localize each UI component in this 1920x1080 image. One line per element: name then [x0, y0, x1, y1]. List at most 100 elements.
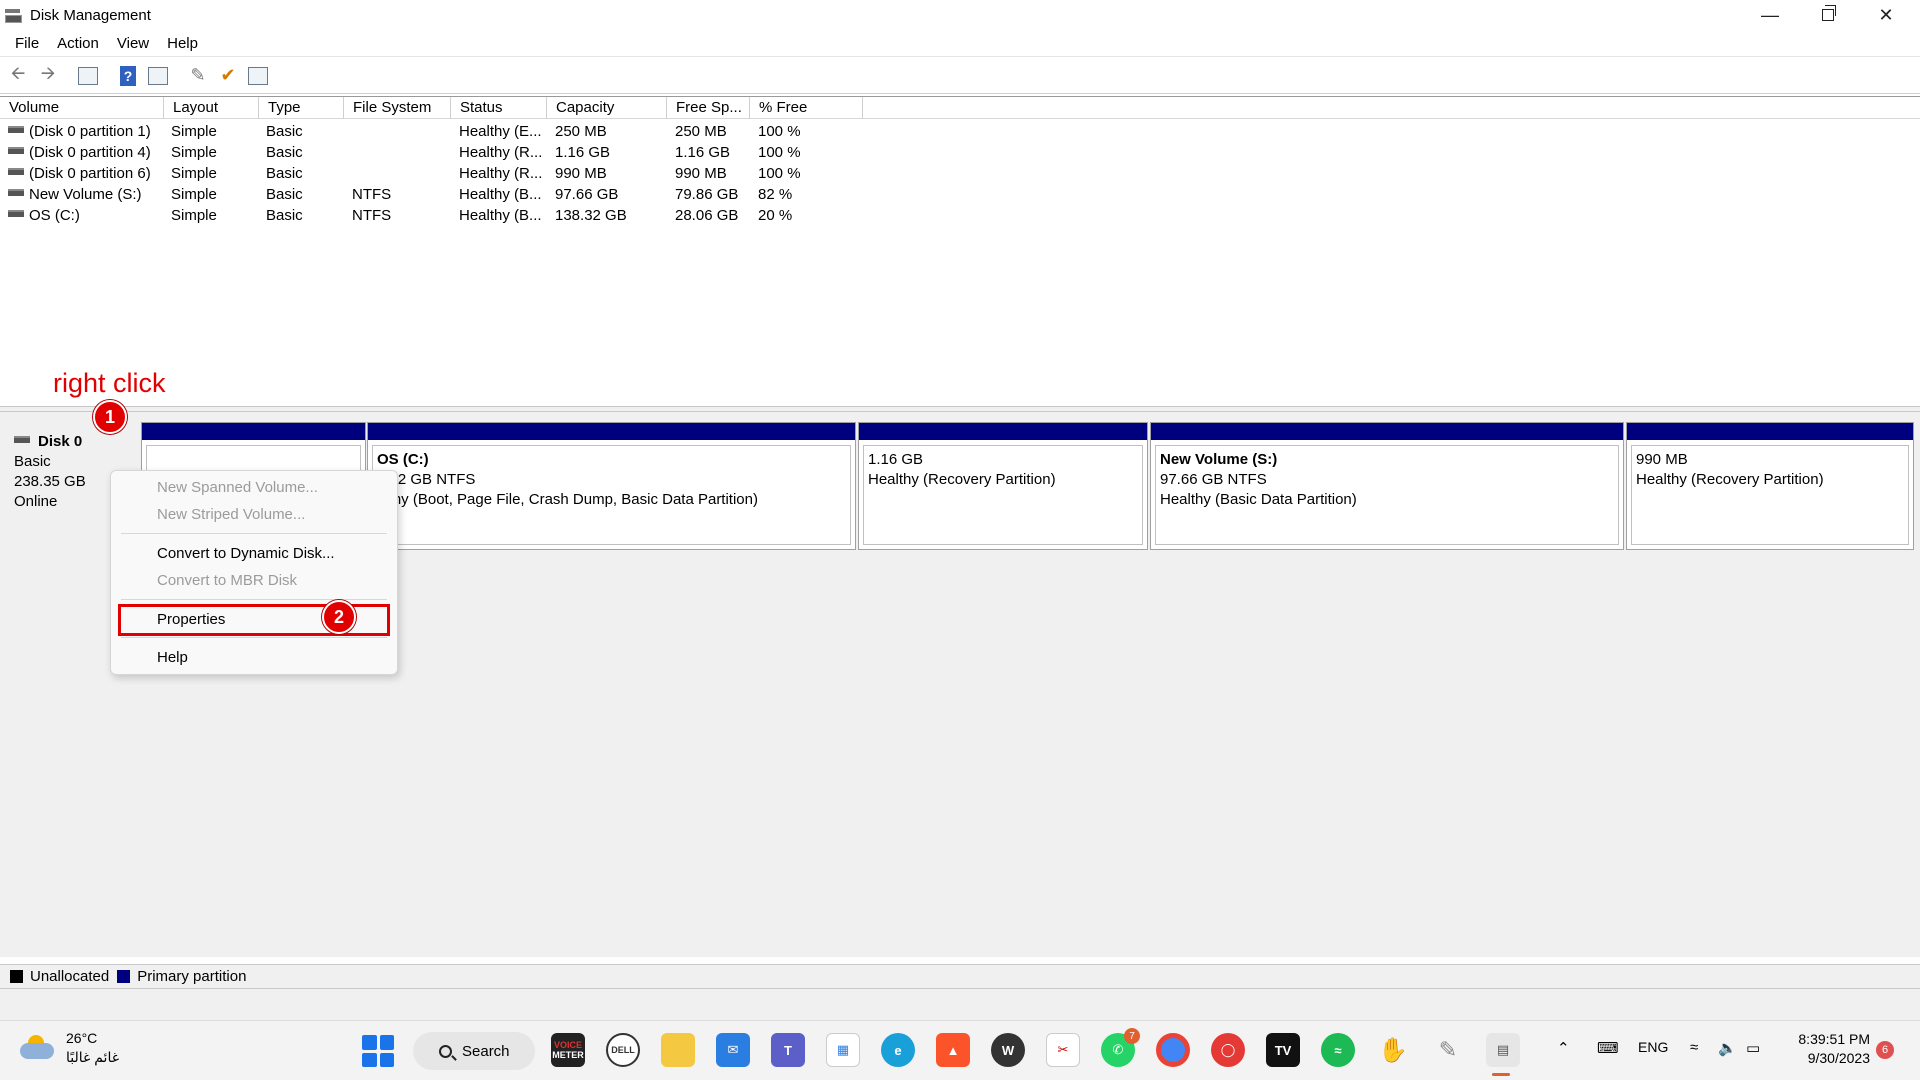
legend-swatch — [10, 970, 23, 983]
weather-cloud-icon — [20, 1035, 54, 1061]
console-tree-icon[interactable] — [76, 64, 100, 88]
action-pane-icon[interactable] — [146, 64, 170, 88]
col-type[interactable]: Type — [259, 97, 344, 119]
partition-recovery-2[interactable]: 990 MB Healthy (Recovery Partition) — [1626, 422, 1914, 550]
partition-bar — [1151, 423, 1623, 440]
table-row[interactable]: New Volume (S:) Simple Basic NTFS Health… — [0, 184, 1920, 205]
menu-view[interactable]: View — [108, 35, 158, 52]
partition-size: 97.66 GB NTFS — [1160, 471, 1267, 488]
cell-capacity: 1.16 GB — [555, 144, 611, 161]
menu-item-convert-dynamic[interactable]: Convert to Dynamic Disk... — [157, 543, 335, 565]
col-free-space[interactable]: Free Sp... — [667, 97, 750, 119]
close-button[interactable]: ✕ — [1857, 0, 1915, 30]
partition-size: 990 MB — [1636, 451, 1688, 468]
window-title: Disk Management — [30, 6, 151, 24]
forward-arrow-icon[interactable]: 🡪 — [36, 63, 60, 88]
table-row[interactable]: OS (C:) Simple Basic NTFS Healthy (B... … — [0, 205, 1920, 226]
adobe-reader-icon[interactable]: ◯ — [1211, 1033, 1245, 1067]
cell-layout: Simple — [171, 186, 217, 203]
cell-layout: Simple — [171, 123, 217, 140]
check-icon[interactable]: ✔ — [216, 64, 240, 88]
table-row[interactable]: (Disk 0 partition 1) Simple Basic Health… — [0, 121, 1920, 142]
mail-icon[interactable]: ✉ — [716, 1033, 750, 1067]
partition-recovery-1[interactable]: 1.16 GB Healthy (Recovery Partition) — [858, 422, 1148, 550]
keyboard-icon[interactable]: ⌨ — [1597, 1039, 1619, 1057]
cell-free-space: 990 MB — [675, 165, 727, 182]
menu-bar: File Action View Help — [0, 30, 1920, 57]
legend-primary: Primary partition — [117, 968, 246, 985]
weather-widget[interactable]: 26°C غائم غالبًا — [20, 1029, 119, 1067]
file-explorer-icon[interactable] — [661, 1033, 695, 1067]
store-icon[interactable]: ▦ — [826, 1033, 860, 1067]
wondershare-icon[interactable]: W — [991, 1033, 1025, 1067]
drive-icon — [8, 188, 24, 196]
menu-item-help[interactable]: Help — [157, 647, 188, 669]
brave-icon[interactable]: ▲ — [936, 1033, 970, 1067]
annotation-right-click: right click — [53, 368, 166, 398]
table-row[interactable]: (Disk 0 partition 6) Simple Basic Health… — [0, 163, 1920, 184]
help-icon[interactable]: ? — [116, 64, 140, 88]
usb-drive-icon[interactable]: ✎ — [1431, 1033, 1465, 1067]
partition-os-c[interactable]: OS (C:) 3.32 GB NTFS althy (Boot, Page F… — [367, 422, 856, 550]
menu-help[interactable]: Help — [158, 35, 207, 52]
cell-capacity: 138.32 GB — [555, 207, 627, 224]
context-menu: New Spanned Volume... New Striped Volume… — [110, 470, 398, 675]
minimize-button[interactable]: — — [1741, 0, 1799, 30]
step-1-badge: 1 — [93, 400, 127, 434]
wifi-icon[interactable]: ≈ — [1690, 1039, 1698, 1056]
cell-status: Healthy (R... — [459, 165, 543, 182]
cell-percent-free: 100 % — [758, 123, 801, 140]
menu-action[interactable]: Action — [48, 35, 108, 52]
tradingview-icon[interactable]: TV — [1266, 1033, 1300, 1067]
hand-icon[interactable]: ✋ — [1376, 1033, 1410, 1067]
col-capacity[interactable]: Capacity — [547, 97, 667, 119]
start-button[interactable] — [362, 1035, 394, 1067]
clock[interactable]: 8:39:51 PM 9/30/2023 — [1780, 1030, 1870, 1068]
col-file-system[interactable]: File System — [344, 97, 451, 119]
col-layout[interactable]: Layout — [164, 97, 259, 119]
cell-percent-free: 82 % — [758, 186, 793, 203]
restore-icon — [1822, 5, 1836, 21]
drive-icon — [8, 167, 24, 175]
partition-size: 1.16 GB — [868, 451, 924, 468]
disk-management-taskbar-icon[interactable]: ▤ — [1486, 1033, 1520, 1067]
properties-icon[interactable] — [246, 64, 270, 88]
notification-badge[interactable]: 6 — [1876, 1041, 1894, 1059]
taskbar-search[interactable]: Search — [413, 1032, 535, 1070]
menu-separator — [121, 637, 387, 638]
language-indicator[interactable]: ENG — [1638, 1039, 1668, 1055]
partition-size: 3.32 GB NTFS — [377, 471, 476, 488]
snipping-tool-icon[interactable]: ✂ — [1046, 1033, 1080, 1067]
back-arrow-icon[interactable]: 🡨 — [6, 63, 30, 88]
voicemeeter-icon[interactable]: VOICE METER — [551, 1033, 585, 1067]
cell-type: Basic — [266, 123, 303, 140]
edge-icon[interactable]: e — [881, 1033, 915, 1067]
connect-icon[interactable]: ✎ — [186, 64, 210, 88]
cell-file-system: NTFS — [352, 207, 392, 224]
dell-icon[interactable]: DELL — [606, 1033, 640, 1067]
volume-icon[interactable]: 🔈 — [1718, 1039, 1737, 1057]
partition-status: althy (Boot, Page File, Crash Dump, Basi… — [377, 491, 758, 508]
spotify-icon[interactable]: ≈ — [1321, 1033, 1355, 1067]
table-row[interactable]: (Disk 0 partition 4) Simple Basic Health… — [0, 142, 1920, 163]
cell-volume: (Disk 0 partition 6) — [8, 163, 163, 184]
battery-icon[interactable]: ▭ — [1746, 1039, 1760, 1057]
chevron-up-icon[interactable]: ⌃ — [1557, 1039, 1570, 1057]
clock-date: 9/30/2023 — [1807, 1050, 1870, 1066]
teams-icon[interactable]: T — [771, 1033, 805, 1067]
weather-desc: غائم غالبًا — [66, 1049, 120, 1065]
active-app-indicator — [1492, 1073, 1510, 1076]
chrome-icon[interactable] — [1156, 1033, 1190, 1067]
cell-capacity: 97.66 GB — [555, 186, 619, 203]
partition-status: Healthy (Recovery Partition) — [868, 471, 1056, 488]
volume-list: Volume Layout Type File System Status Ca… — [0, 96, 1920, 406]
cell-type: Basic — [266, 186, 303, 203]
partition-new-volume-s[interactable]: New Volume (S:) 97.66 GB NTFS Healthy (B… — [1150, 422, 1624, 550]
col-volume[interactable]: Volume — [0, 97, 164, 119]
cell-percent-free: 100 % — [758, 165, 801, 182]
col-status[interactable]: Status — [451, 97, 547, 119]
legend-unallocated: Unallocated — [10, 968, 109, 985]
restore-button[interactable] — [1799, 0, 1857, 30]
col-percent-free[interactable]: % Free — [750, 97, 863, 119]
menu-file[interactable]: File — [6, 35, 48, 52]
